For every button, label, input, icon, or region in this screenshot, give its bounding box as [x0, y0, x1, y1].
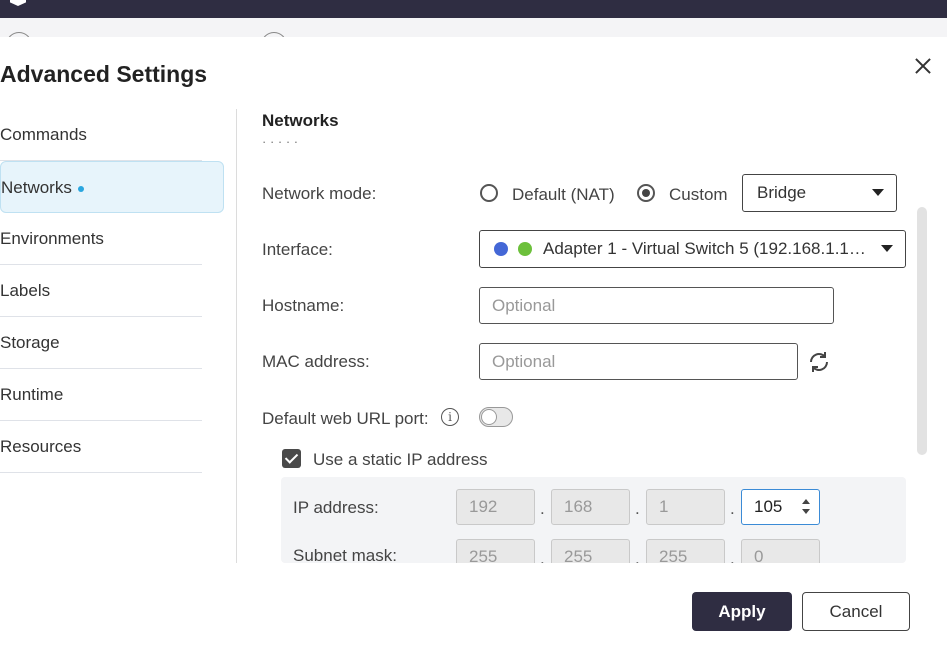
dialog-title: Advanced Settings: [0, 61, 208, 87]
sidebar-item-label: Storage: [0, 333, 60, 352]
static-ip-label: Use a static IP address: [313, 450, 488, 469]
subnet-octet-4: 0: [741, 539, 820, 563]
sidebar-item-environments[interactable]: Environments: [0, 213, 202, 265]
sidebar-item-label: Runtime: [0, 385, 64, 404]
sidebar-item-commands[interactable]: Commands: [0, 109, 202, 161]
radio-default-nat[interactable]: [480, 184, 498, 202]
sidebar-item-resources[interactable]: Resources: [0, 421, 202, 473]
close-icon[interactable]: [910, 53, 936, 79]
sidebar-item-label: Networks: [1, 178, 72, 197]
info-icon[interactable]: i: [441, 408, 459, 426]
network-type-value: Bridge: [757, 183, 807, 202]
interface-select[interactable]: Adapter 1 - Virtual Switch 5 (192.168.1.…: [479, 230, 906, 268]
modified-dot-icon: [77, 185, 84, 192]
connected-link-icon: [518, 242, 532, 256]
settings-sidebar: Commands Networks Environments Labels St…: [0, 109, 224, 473]
refresh-icon[interactable]: [807, 350, 831, 374]
chevron-down-icon: [872, 189, 884, 196]
background-toolbar: [0, 18, 947, 58]
sidebar-item-label: Labels: [0, 281, 51, 300]
subnet-octet-3: 255: [646, 539, 725, 563]
ip-separator: .: [540, 499, 545, 518]
subnet-separator: .: [730, 549, 735, 563]
interface-label: Interface:: [262, 240, 333, 259]
static-ip-panel: IP address: 192 . 168 . 1 . 105 Subnet m…: [281, 477, 906, 563]
radio-custom-label: Custom: [669, 185, 728, 204]
subnet-mask-label: Subnet mask:: [293, 546, 397, 563]
sidebar-item-label: Resources: [0, 437, 82, 456]
ip-separator: .: [635, 499, 640, 518]
subnet-separator: .: [635, 549, 640, 563]
sidebar-item-label: Commands: [0, 125, 87, 144]
interface-value: Adapter 1 - Virtual Switch 5 (192.168.1.…: [543, 239, 866, 258]
ip-octet-4-value: 105: [754, 497, 783, 516]
ip-octet-3: 1: [646, 489, 725, 525]
section-title: Networks: [262, 111, 339, 130]
apply-button[interactable]: Apply: [692, 592, 792, 631]
cancel-button[interactable]: Cancel: [802, 592, 910, 631]
web-url-port-label: Default web URL port:: [262, 409, 429, 428]
app-top-bar: [0, 0, 947, 18]
radio-default-nat-label: Default (NAT): [512, 185, 615, 204]
chevron-down-icon: [881, 245, 893, 252]
toggle-knob: [481, 409, 497, 425]
stepper-arrows-icon[interactable]: [801, 499, 811, 515]
hostname-label: Hostname:: [262, 296, 345, 315]
sidebar-item-runtime[interactable]: Runtime: [0, 369, 202, 421]
advanced-settings-dialog: Advanced Settings Commands Networks Envi…: [0, 37, 947, 660]
subnet-separator: .: [540, 549, 545, 563]
web-url-port-toggle[interactable]: [479, 407, 513, 427]
sidebar-item-networks[interactable]: Networks: [0, 161, 224, 213]
network-mode-label: Network mode:: [262, 184, 377, 203]
ip-octet-2: 168: [551, 489, 630, 525]
network-type-select[interactable]: Bridge: [742, 174, 897, 212]
subnet-octet-1: 255: [456, 539, 535, 563]
radio-custom[interactable]: [637, 184, 655, 202]
sidebar-item-label: Environments: [0, 229, 104, 248]
app-logo-icon: [10, 0, 26, 6]
ip-octet-1: 192: [456, 489, 535, 525]
static-ip-checkbox[interactable]: [282, 449, 301, 468]
subnet-octet-2: 255: [551, 539, 630, 563]
network-globe-icon: [494, 242, 508, 256]
sidebar-divider: [236, 109, 237, 563]
ip-address-label: IP address:: [293, 498, 379, 517]
sidebar-item-storage[interactable]: Storage: [0, 317, 202, 369]
sidebar-item-labels[interactable]: Labels: [0, 265, 202, 317]
ip-octet-4-input[interactable]: 105: [741, 489, 820, 525]
ip-separator: .: [730, 499, 735, 518]
mac-address-label: MAC address:: [262, 352, 370, 371]
hostname-input[interactable]: [479, 287, 834, 324]
content-scrollbar[interactable]: [917, 207, 927, 455]
section-subtitle: · · · · ·: [262, 141, 338, 147]
mac-address-input[interactable]: [479, 343, 798, 380]
